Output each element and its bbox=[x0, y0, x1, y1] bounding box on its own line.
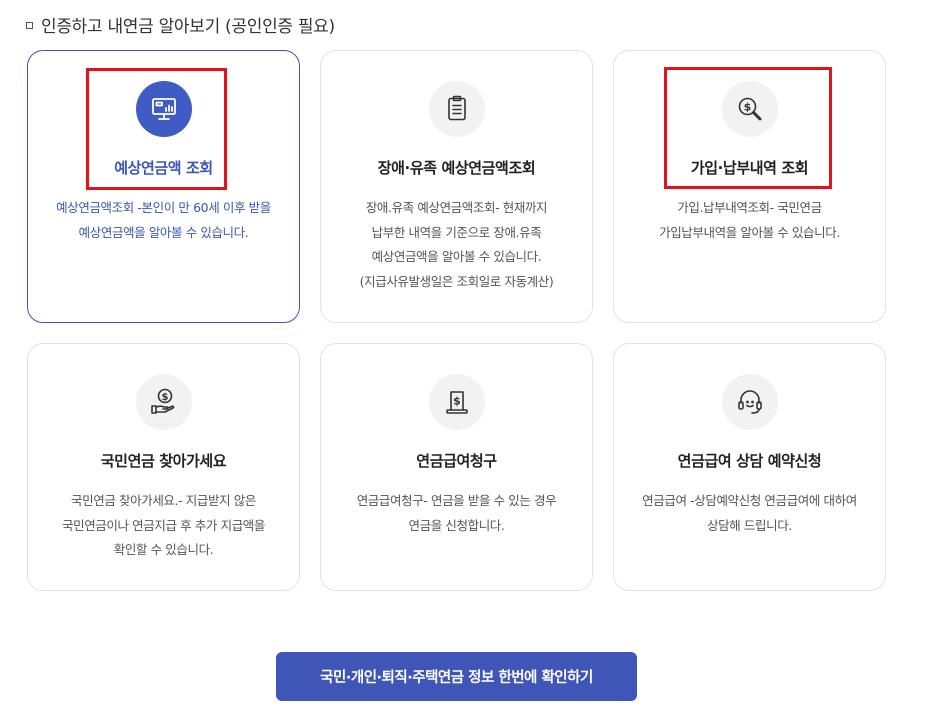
card-description: 가입.납부내역조회- 국민연금 가입납부내역을 알아볼 수 있습니다. bbox=[659, 200, 840, 240]
card-title: 연금급여 상담 예약신청 bbox=[677, 452, 822, 470]
clipboard-list-icon bbox=[428, 81, 485, 137]
hand-coin-icon: $ bbox=[135, 374, 192, 430]
card-enrollment-payment-history[interactable]: $ 가입·납부내역 조회 가입.납부내역조회- 국민연금 가입납부내역을 알아볼… bbox=[613, 50, 886, 323]
card-pension-benefit-claim[interactable]: $ 연금급여청구 연금급여청구- 연금을 받을 수 있는 경우 연금을 신청합니… bbox=[320, 343, 593, 591]
card-find-pension[interactable]: $ 국민연금 찾아가세요 국민연금 찾아가세요.- 지급받지 않은 국민연금이나… bbox=[27, 343, 300, 591]
card-disability-survivor-pension[interactable]: 장애·유족 예상연금액조회 장애.유족 예상연금액조회- 현재까지 납부한 내역… bbox=[320, 50, 593, 323]
svg-text:$: $ bbox=[453, 395, 461, 408]
card-title: 연금급여청구 bbox=[416, 452, 497, 470]
svg-text:$: $ bbox=[161, 392, 168, 403]
document-dollar-icon: $ bbox=[428, 374, 485, 430]
svg-text:$: $ bbox=[743, 101, 751, 114]
card-title: 가입·납부내역 조회 bbox=[690, 159, 809, 177]
card-title: 장애·유족 예상연금액조회 bbox=[377, 159, 536, 177]
card-description: 장애.유족 예상연금액조회- 현재까지 납부한 내역을 기준으로 장애.유족 예… bbox=[359, 200, 554, 289]
monitor-chart-icon bbox=[135, 81, 192, 137]
check-all-pensions-button[interactable]: 국민·개인·퇴직·주택연금 정보 한번에 확인하기 bbox=[276, 652, 637, 701]
card-expected-pension[interactable]: 예상연금액 조회 예상연금액조회 -본인이 만 60세 이후 받을 예상연금액을… bbox=[27, 50, 300, 323]
card-description: 예상연금액조회 -본인이 만 60세 이후 받을 예상연금액을 알아볼 수 있습… bbox=[56, 200, 271, 240]
card-description: 연금급여청구- 연금을 받을 수 있는 경우 연금을 신청합니다. bbox=[356, 493, 557, 533]
magnifier-dollar-icon: $ bbox=[721, 81, 778, 137]
square-bullet-icon bbox=[26, 21, 33, 29]
card-consultation-reservation[interactable]: 연금급여 상담 예약신청 연금급여 -상담예약신청 연금급여에 대하여 상담해 … bbox=[613, 343, 886, 591]
card-title: 예상연금액 조회 bbox=[114, 159, 213, 177]
section-title: 인증하고 내연금 알아보기 (공인인증 필요) bbox=[26, 12, 335, 37]
card-description: 연금급여 -상담예약신청 연금급여에 대하여 상담해 드립니다. bbox=[642, 493, 857, 533]
card-title: 국민연금 찾아가세요 bbox=[100, 452, 227, 470]
card-description: 국민연금 찾아가세요.- 지급받지 않은 국민연금이나 연금지급 후 추가 지급… bbox=[62, 493, 265, 557]
headset-icon bbox=[721, 374, 778, 430]
section-title-text: 인증하고 내연금 알아보기 (공인인증 필요) bbox=[41, 17, 335, 37]
page: 인증하고 내연금 알아보기 (공인인증 필요) 예상연금액 조회 예상연금액조회… bbox=[0, 0, 926, 721]
